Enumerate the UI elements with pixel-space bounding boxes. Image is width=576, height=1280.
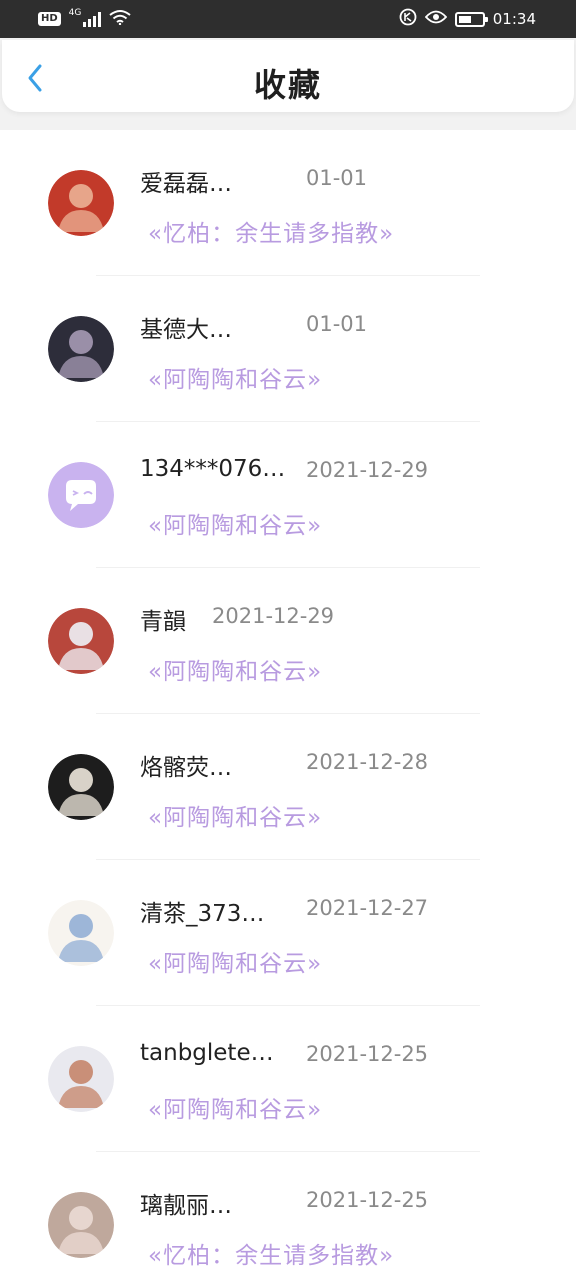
user-name: tanbglete…	[140, 1040, 274, 1066]
book-title[interactable]: «阿陶陶和谷云»	[148, 1090, 322, 1124]
network-type: 4G	[68, 8, 82, 18]
avatar[interactable]	[48, 754, 114, 820]
signal-icon	[83, 11, 102, 27]
favorites-list: 爱磊磊… 01-01 «忆柏：余生请多指教» 基德大… 01-01 «阿陶陶和谷云» 134…	[0, 130, 576, 1280]
avatar[interactable]	[48, 1046, 114, 1112]
favorite-date: 2021-12-27	[306, 896, 429, 920]
user-name: 清茶_373…	[140, 901, 265, 927]
user-name: 青韻	[140, 609, 186, 635]
favorite-date: 2021-12-29	[306, 458, 429, 482]
status-left: HD 4G	[38, 8, 131, 29]
user-name: 134***076…	[140, 456, 286, 482]
status-bar: HD 4G 01:34	[0, 0, 576, 38]
avatar[interactable]	[48, 316, 114, 382]
book-title[interactable]: «阿陶陶和谷云»	[148, 944, 322, 978]
favorite-item[interactable]: tanbglete… 2021-12-25 «阿陶陶和谷云»	[0, 1006, 576, 1152]
favorite-item[interactable]: 璃靓丽… 2021-12-25 «忆柏：余生请多指教»	[0, 1152, 576, 1280]
book-title[interactable]: «阿陶陶和谷云»	[148, 652, 322, 686]
avatar[interactable]	[48, 462, 114, 528]
avatar[interactable]	[48, 1192, 114, 1258]
favorite-date: 2021-12-28	[306, 750, 429, 774]
favorite-date: 2021-12-25	[306, 1188, 429, 1212]
favorite-item[interactable]: 清茶_373… 2021-12-27 «阿陶陶和谷云»	[0, 860, 576, 1006]
user-name: 爱磊磊…	[140, 171, 232, 197]
battery-icon	[454, 11, 488, 27]
favorite-item[interactable]: 134***076… 2021-12-29 «阿陶陶和谷云»	[0, 422, 576, 568]
favorite-date: 01-01	[306, 166, 368, 190]
favorite-item[interactable]: 爱磊磊… 01-01 «忆柏：余生请多指教»	[0, 130, 576, 276]
status-right: 01:34	[399, 8, 536, 30]
avatar[interactable]	[48, 608, 114, 674]
favorite-item[interactable]: 烙髂荧… 2021-12-28 «阿陶陶和谷云»	[0, 714, 576, 860]
header: 收藏	[0, 38, 576, 130]
header-card: 收藏	[2, 40, 574, 112]
favorite-item[interactable]: 基德大… 01-01 «阿陶陶和谷云»	[0, 276, 576, 422]
data-saver-icon	[399, 8, 417, 30]
book-title[interactable]: «忆柏：余生请多指教»	[148, 214, 394, 248]
user-name: 烙髂荧…	[140, 755, 232, 781]
avatar[interactable]	[48, 170, 114, 236]
book-title[interactable]: «忆柏：余生请多指教»	[148, 1236, 394, 1270]
clock: 01:34	[492, 10, 536, 28]
avatar[interactable]	[48, 900, 114, 966]
favorite-date: 2021-12-29	[212, 604, 335, 628]
hd-badge: HD	[38, 12, 61, 26]
book-title[interactable]: «阿陶陶和谷云»	[148, 798, 322, 832]
battery-fill	[458, 15, 471, 23]
user-name: 基德大…	[140, 317, 232, 343]
page-title: 收藏	[253, 66, 322, 104]
book-title[interactable]: «阿陶陶和谷云»	[148, 360, 322, 394]
wifi-icon	[109, 9, 131, 29]
book-title[interactable]: «阿陶陶和谷云»	[148, 506, 322, 540]
user-name: 璃靓丽…	[140, 1193, 232, 1219]
eye-icon	[424, 9, 447, 29]
favorite-date: 01-01	[306, 312, 368, 336]
favorite-date: 2021-12-25	[306, 1042, 429, 1066]
favorite-item[interactable]: 青韻 2021-12-29 «阿陶陶和谷云»	[0, 568, 576, 714]
